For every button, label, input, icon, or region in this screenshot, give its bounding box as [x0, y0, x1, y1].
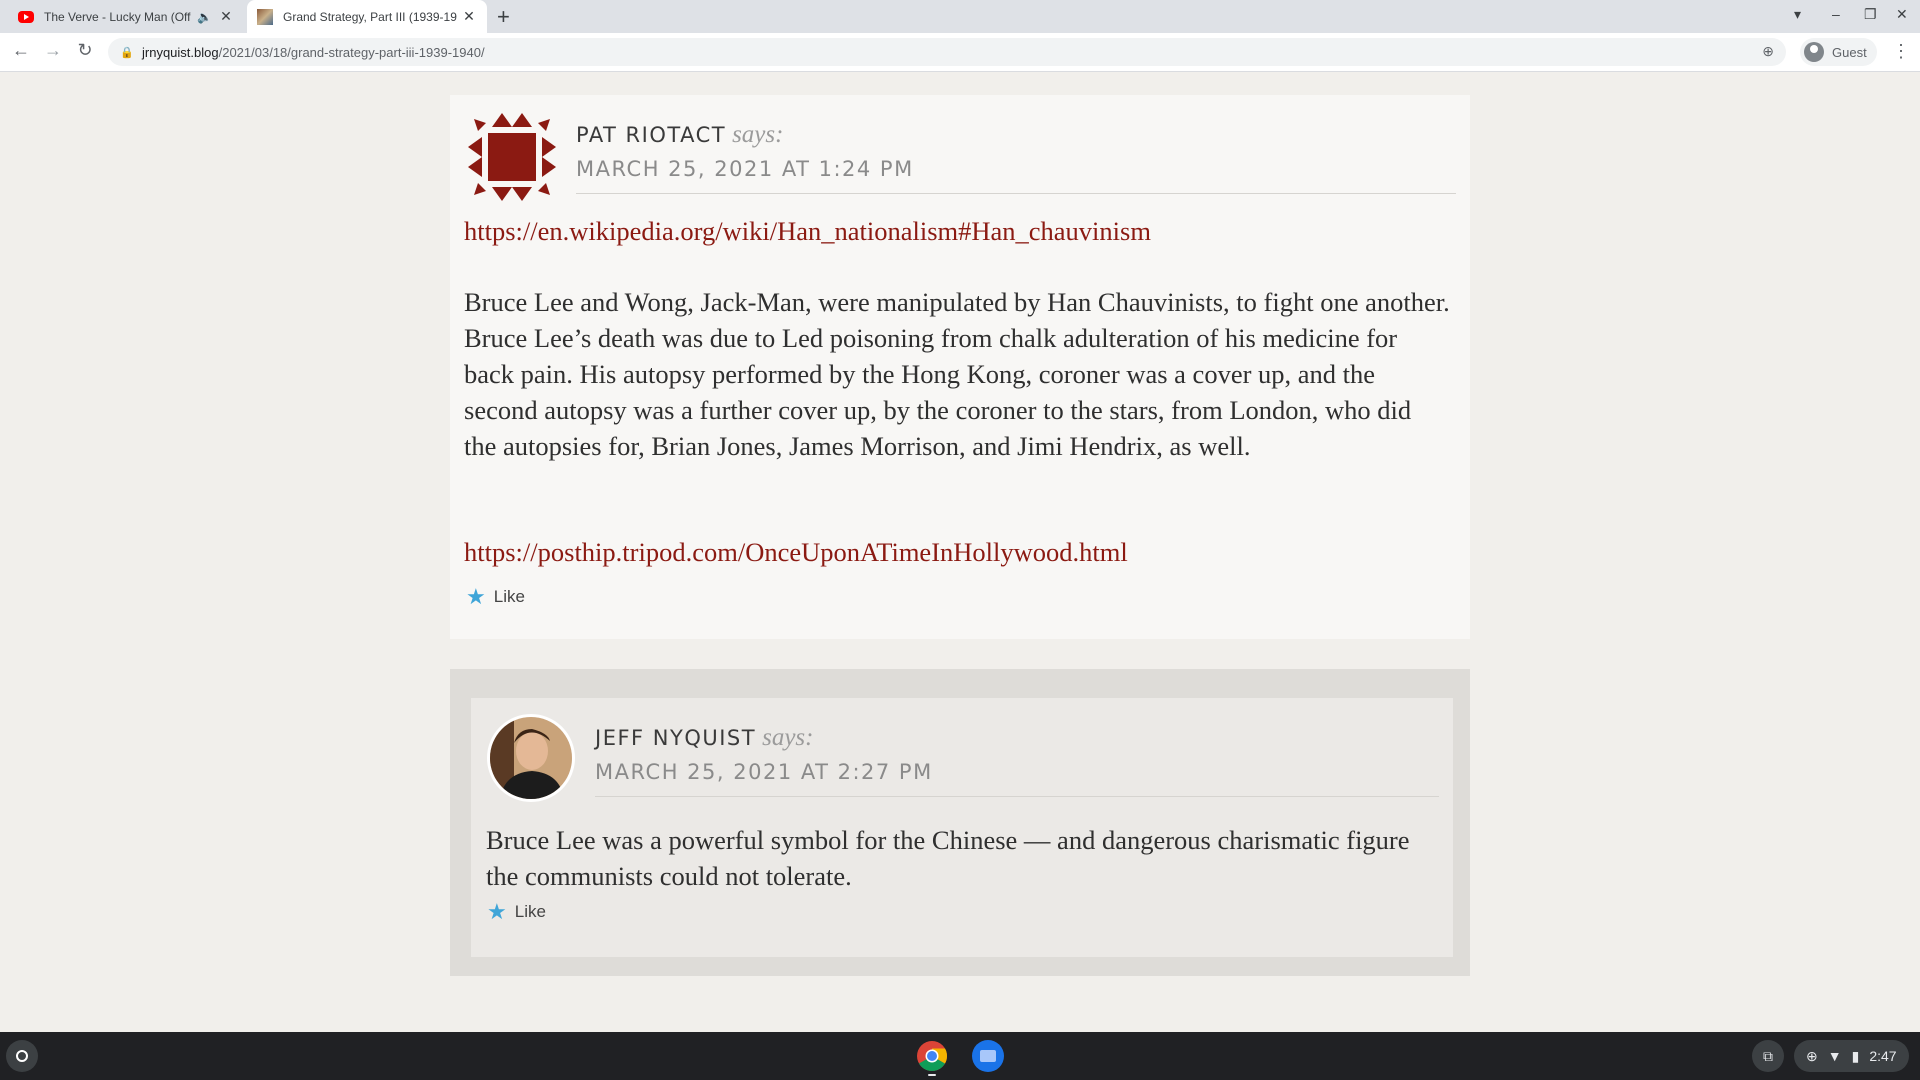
- url-text: jrnyquist.blog/2021/03/18/grand-strategy…: [142, 45, 485, 60]
- os-shelf: ⧉ ⊕ ▼ ▮ 2:47: [0, 1032, 1920, 1080]
- comment-date[interactable]: MARCH 25, 2021 AT 1:24 PM: [576, 157, 1456, 194]
- close-tab-icon[interactable]: ✕: [461, 8, 477, 25]
- like-label: Like: [514, 902, 546, 921]
- browser-toolbar: ← → ↻ 🔒 jrnyquist.blog/2021/03/18/grand-…: [0, 33, 1920, 72]
- url-domain: jrnyquist.blog: [142, 44, 219, 60]
- lock-icon[interactable]: 🔒: [120, 46, 134, 59]
- running-indicator: [928, 1074, 936, 1076]
- close-tab-icon[interactable]: ✕: [218, 8, 234, 25]
- tab-grand-strategy[interactable]: Grand Strategy, Part III (1939-19 ✕: [247, 0, 487, 33]
- identicon-avatar: [465, 110, 559, 204]
- forward-icon[interactable]: →: [41, 40, 65, 61]
- youtube-icon: [18, 11, 34, 23]
- like-button[interactable]: ★ Like: [487, 899, 546, 925]
- tripod-link[interactable]: https://posthip.tripod.com/OnceUponATime…: [464, 537, 1128, 567]
- profile-button[interactable]: Guest: [1800, 38, 1877, 66]
- tab-the-verve[interactable]: The Verve - Lucky Man (Offic 🔈 ✕: [8, 0, 244, 33]
- address-bar[interactable]: 🔒 jrnyquist.blog/2021/03/18/grand-strate…: [108, 38, 1786, 66]
- says-label: says:: [732, 121, 784, 148]
- like-button[interactable]: ★ Like: [466, 584, 525, 610]
- site-favicon-icon: [257, 8, 273, 25]
- comment-author[interactable]: JEFF NYQUIST: [595, 726, 756, 750]
- guest-avatar-icon: [1804, 42, 1824, 62]
- comment-date[interactable]: MARCH 25, 2021 AT 2:27 PM: [595, 760, 1439, 797]
- comment-author[interactable]: PAT RIOTACT: [576, 123, 726, 147]
- add-icon: ⊕: [1806, 1047, 1818, 1064]
- comment-meta: PAT RIOTACT says: MARCH 25, 2021 AT 1:24 …: [576, 121, 1456, 194]
- tab-strip: The Verve - Lucky Man (Offic 🔈 ✕ Grand S…: [0, 0, 1920, 33]
- comment-meta: JEFF NYQUIST says: MARCH 25, 2021 AT 2:27…: [595, 724, 1439, 797]
- comment-reply-container: JEFF NYQUIST says: MARCH 25, 2021 AT 2:27…: [450, 669, 1470, 976]
- tab-search-icon[interactable]: ▾: [1794, 6, 1801, 23]
- like-label: Like: [493, 587, 525, 606]
- tab-title: The Verve - Lucky Man (Offic: [44, 9, 192, 24]
- clock: 2:47: [1869, 1048, 1897, 1064]
- says-label: says:: [762, 724, 814, 751]
- phone-hub-icon[interactable]: ⧉: [1752, 1040, 1784, 1072]
- chrome-app-icon[interactable]: [916, 1040, 948, 1072]
- comment-jeff-nyquist: JEFF NYQUIST says: MARCH 25, 2021 AT 2:27…: [471, 698, 1453, 957]
- comment-paragraph: Bruce Lee and Wong, Jack-Man, were manip…: [464, 287, 1450, 461]
- author-avatar: [487, 714, 575, 802]
- comment-link-wikipedia-row: https://en.wikipedia.org/wiki/Han_nation…: [464, 213, 1450, 249]
- star-icon: ★: [466, 584, 486, 609]
- comment-link-tripod-row: https://posthip.tripod.com/OnceUponATime…: [464, 534, 1450, 570]
- reload-icon[interactable]: ↻: [73, 40, 97, 61]
- new-tab-icon[interactable]: +: [497, 4, 510, 30]
- wifi-icon: ▼: [1827, 1048, 1842, 1064]
- close-window-icon[interactable]: ✕: [1896, 6, 1908, 23]
- wikipedia-link[interactable]: https://en.wikipedia.org/wiki/Han_nation…: [464, 216, 1151, 246]
- launcher-icon[interactable]: [6, 1040, 38, 1072]
- zoom-icon[interactable]: ⊕: [1762, 43, 1774, 60]
- minimize-icon[interactable]: –: [1832, 6, 1840, 22]
- url-path: /2021/03/18/grand-strategy-part-iii-1939…: [218, 44, 485, 60]
- restore-icon[interactable]: ❐: [1864, 6, 1877, 23]
- profile-label: Guest: [1832, 44, 1867, 60]
- status-tray[interactable]: ⊕ ▼ ▮ 2:47: [1794, 1040, 1909, 1072]
- back-icon[interactable]: ←: [9, 40, 33, 61]
- files-app-icon[interactable]: [972, 1040, 1004, 1072]
- menu-icon[interactable]: ⋮: [1892, 41, 1910, 62]
- star-icon: ★: [487, 899, 507, 924]
- comment-pat-riotact: PAT RIOTACT says: MARCH 25, 2021 AT 1:24 …: [450, 95, 1470, 639]
- author-photo-icon: [490, 717, 572, 799]
- comment-paragraph: Bruce Lee was a powerful symbol for the …: [486, 825, 1410, 891]
- tab-title: Grand Strategy, Part III (1939-19: [283, 9, 457, 24]
- page-viewport: PAT RIOTACT says: MARCH 25, 2021 AT 1:24 …: [0, 72, 1920, 1032]
- speaker-icon[interactable]: 🔈: [197, 10, 212, 24]
- battery-icon: ▮: [1851, 1047, 1860, 1064]
